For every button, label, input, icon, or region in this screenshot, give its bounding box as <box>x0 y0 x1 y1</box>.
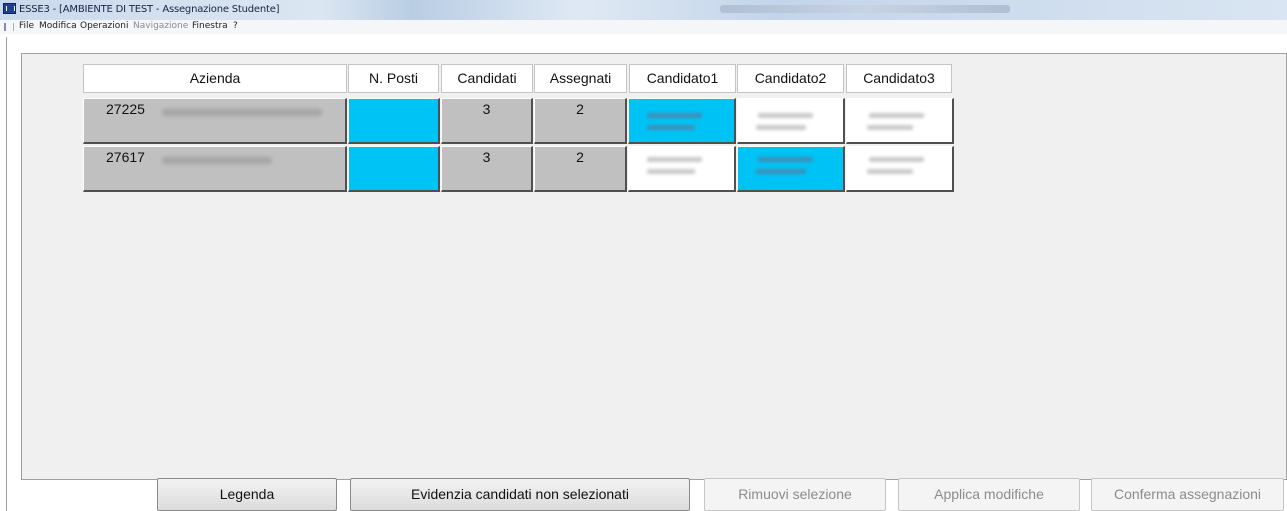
assegnati-value: 2 <box>576 101 584 117</box>
menu-modifica[interactable]: Modifica <box>39 21 77 31</box>
menu-navigazione: Navigazione <box>133 21 189 31</box>
redacted-candidate-name <box>869 113 924 118</box>
candidati-cell[interactable]: 3 <box>441 98 533 144</box>
azienda-cell[interactable]: 27225 <box>83 98 347 144</box>
column-header-candidati[interactable]: Candidati <box>441 64 533 93</box>
assegnati-cell[interactable]: 2 <box>534 146 627 192</box>
redacted-taskbar-text <box>720 5 1010 13</box>
candidato1-cell-selected[interactable] <box>628 98 736 144</box>
legenda-button[interactable]: Legenda <box>157 478 337 511</box>
menu-bar: File Modifica Operazioni Navigazione Fin… <box>0 20 1287 34</box>
candidato3-cell[interactable] <box>846 98 954 144</box>
candidati-cell[interactable]: 3 <box>441 146 533 192</box>
candidati-value: 3 <box>482 101 491 117</box>
redacted-candidate-name <box>869 157 924 162</box>
rimuovi-selezione-button[interactable]: Rimuovi selezione <box>704 478 886 511</box>
evidenzia-candidati-button[interactable]: Evidenzia candidati non selezionati <box>350 478 690 511</box>
redacted-azienda-name <box>162 109 322 116</box>
redacted-candidate-name <box>758 113 813 118</box>
title-bar: ESSE3 - [AMBIENTE DI TEST - Assegnazione… <box>0 0 1287 20</box>
conferma-assegnazioni-button[interactable]: Conferma assegnazioni <box>1091 478 1284 511</box>
window-title: ESSE3 - [AMBIENTE DI TEST - Assegnazione… <box>19 4 280 15</box>
redacted-azienda-name <box>162 157 272 164</box>
assegnati-value: 2 <box>576 149 584 165</box>
mdi-window-icon[interactable] <box>4 23 14 31</box>
azienda-code: 27225 <box>106 101 145 117</box>
redacted-candidate-name <box>647 157 702 162</box>
redacted-candidate-name <box>867 125 913 130</box>
redacted-candidate-name <box>756 125 806 130</box>
candidato2-cell-selected[interactable] <box>737 146 845 192</box>
menu-operazioni[interactable]: Operazioni <box>80 21 129 31</box>
column-header-candidato1[interactable]: Candidato1 <box>629 64 736 93</box>
menu-file[interactable]: File <box>19 21 34 31</box>
n-posti-cell[interactable] <box>348 146 440 192</box>
redacted-candidate-name <box>758 157 813 162</box>
azienda-cell[interactable]: 27617 <box>83 146 347 192</box>
app-icon[interactable] <box>3 3 16 14</box>
n-posti-cell[interactable] <box>348 98 440 144</box>
redacted-candidate-name <box>647 125 695 130</box>
candidato2-cell[interactable] <box>737 98 845 144</box>
assegnati-cell[interactable]: 2 <box>534 98 627 144</box>
applica-modifiche-button[interactable]: Applica modifiche <box>898 478 1080 511</box>
menu-help[interactable]: ? <box>233 21 238 31</box>
azienda-code: 27617 <box>106 149 145 165</box>
column-header-assegnati[interactable]: Assegnati <box>534 64 627 93</box>
redacted-candidate-name <box>647 113 702 118</box>
candidato1-cell[interactable] <box>628 146 736 192</box>
candidato3-cell[interactable] <box>846 146 954 192</box>
redacted-candidate-name <box>756 169 806 174</box>
column-header-azienda[interactable]: Azienda <box>83 64 347 93</box>
column-header-candidato3[interactable]: Candidato3 <box>846 64 952 93</box>
column-header-candidato2[interactable]: Candidato2 <box>737 64 844 93</box>
redacted-candidate-name <box>867 169 913 174</box>
redacted-candidate-name <box>647 169 695 174</box>
column-header-n-posti[interactable]: N. Posti <box>348 64 439 93</box>
menu-finestra[interactable]: Finestra <box>192 21 228 31</box>
candidati-value: 3 <box>482 149 491 165</box>
